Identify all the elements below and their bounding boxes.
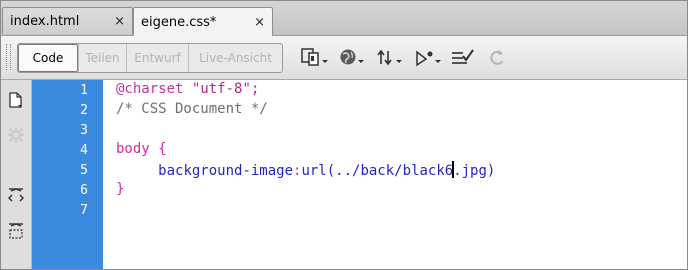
tab-close-icon[interactable]: × <box>114 14 125 29</box>
code-line-2: /* CSS Document */ <box>116 101 268 117</box>
brace-token: { <box>149 141 167 157</box>
line-number: 1 <box>80 83 88 98</box>
value-token: url(../back/black <box>301 163 445 179</box>
toolbar-grip-handle[interactable] <box>6 44 11 70</box>
collapse-full-tag-icon[interactable] <box>7 186 25 204</box>
code-line-1: @charset "utf-8"; <box>116 81 259 101</box>
browser-preview-icon[interactable] <box>339 48 369 68</box>
tab-label: eigene.css* <box>141 14 217 30</box>
coding-toolbar <box>1 80 32 269</box>
code-line-6: } <box>116 181 125 197</box>
view-mode-group: Code Teilen Entwurf Live-Ansicht <box>17 43 283 73</box>
document-toolbar: Code Teilen Entwurf Live-Ansicht <box>1 36 687 80</box>
property-token: background-image <box>158 163 294 179</box>
code-line-4: body { <box>116 141 167 161</box>
document-tab-bar: index.html × eigene.css* × <box>1 1 687 36</box>
line-number: 3 <box>80 123 88 138</box>
at-rule-token: @charset <box>116 81 184 97</box>
line-number-gutter: 1 2 3 4 5 6 7 <box>32 80 103 269</box>
code-view-button[interactable]: Code <box>18 44 78 72</box>
live-view-button[interactable]: Live-Ansicht <box>188 44 282 72</box>
refresh-icon[interactable] <box>487 48 507 68</box>
line-number: 4 <box>80 143 88 158</box>
line-number: 7 <box>80 203 88 218</box>
selector-token: body <box>116 141 150 157</box>
string-token: "utf-8"; <box>183 81 260 97</box>
tab-label: index.html <box>10 13 80 29</box>
multiscreen-icon[interactable] <box>301 48 331 68</box>
value-token-end: .jpg) <box>453 163 496 179</box>
validate-icon[interactable] <box>451 48 477 68</box>
line-number: 6 <box>80 183 88 198</box>
code-line-5: background-image:url(../back/black6.jpg) <box>116 161 495 181</box>
highlight-invalid-icon[interactable] <box>7 126 25 144</box>
line-number: 2 <box>80 103 88 118</box>
code-text-area[interactable]: @charset "utf-8"; /* CSS Document */ bod… <box>104 80 687 269</box>
open-documents-icon[interactable] <box>7 92 25 110</box>
tab-close-icon[interactable]: × <box>254 15 265 30</box>
line-number: 5 <box>80 163 88 178</box>
debug-icon[interactable] <box>415 48 445 68</box>
code-editor-window: index.html × eigene.css* × Code Teilen E… <box>0 0 688 270</box>
design-view-button[interactable]: Entwurf <box>126 44 188 72</box>
collapse-selection-icon[interactable] <box>7 222 25 240</box>
split-view-button[interactable]: Teilen <box>78 44 126 72</box>
tab-index-html[interactable]: index.html × <box>2 7 133 34</box>
file-management-icon[interactable] <box>377 48 407 68</box>
tab-eigene-css[interactable]: eigene.css* × <box>133 7 273 36</box>
code-editor[interactable]: 1 2 3 4 5 6 7 @charset "utf-8"; /* CSS D… <box>1 80 687 269</box>
